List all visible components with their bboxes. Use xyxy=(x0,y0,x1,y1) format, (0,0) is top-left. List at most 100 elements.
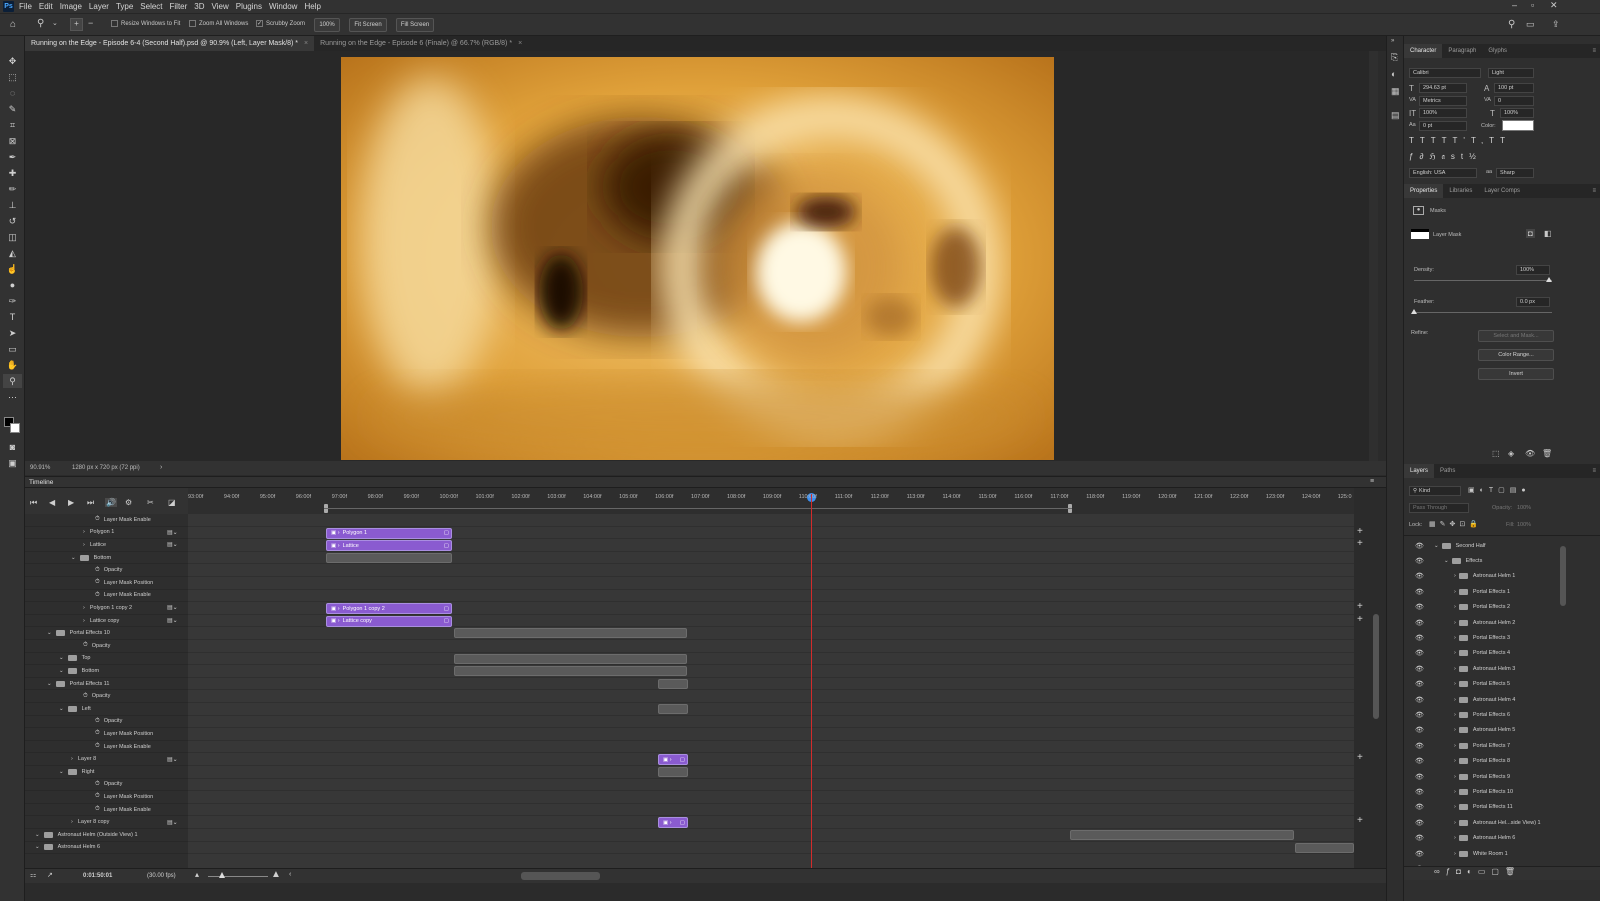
play-icon[interactable]: ▶ xyxy=(68,498,74,507)
timeline-track[interactable] xyxy=(188,791,1354,804)
stopwatch-icon[interactable]: ⏱ xyxy=(83,642,88,649)
timeline-row[interactable]: ⏱ Opacity xyxy=(25,640,188,653)
search-icon[interactable]: ⚲ xyxy=(1508,19,1515,30)
timeline-row[interactable]: ⏱ Opacity xyxy=(25,690,188,703)
feather-field[interactable]: 0.0 px xyxy=(1516,297,1550,307)
layer-item[interactable]: 👁 ⌄ Second Half xyxy=(1404,538,1564,553)
next-frame-icon[interactable]: ⏭ xyxy=(87,498,94,508)
tab-character[interactable]: Character xyxy=(1404,44,1443,58)
layer-filter-icons[interactable]: ▣◐T▢▤● xyxy=(1468,486,1531,494)
chevron-down-icon[interactable]: ⌄ xyxy=(35,832,40,838)
tab-layer-comps[interactable]: Layer Comps xyxy=(1478,184,1526,198)
panel-menu-icon[interactable]: ≡ xyxy=(1370,478,1374,485)
group-clip[interactable] xyxy=(658,767,688,777)
timeline-row[interactable]: › Polygon 1 ▤⌄ xyxy=(25,527,188,540)
chevron-right-icon[interactable]: › xyxy=(83,542,85,548)
font-size-field[interactable]: 294.63 pt xyxy=(1419,83,1467,93)
photoshop-logo[interactable]: Ps xyxy=(3,1,14,12)
timeline-track[interactable] xyxy=(188,627,1354,640)
film-strip-icon[interactable]: ▤⌄ xyxy=(167,604,178,611)
layer-item[interactable]: 👁 › Portal Effects 11 xyxy=(1404,800,1564,815)
add-media-icon[interactable]: + xyxy=(1357,752,1363,763)
layer-item[interactable]: 👁 ⌄ Effects xyxy=(1404,553,1564,568)
timeline-track[interactable] xyxy=(188,741,1354,754)
layer-item[interactable]: 👁 › Portal Effects 6 xyxy=(1404,707,1564,722)
zoom-all-checkbox[interactable]: Zoom All Windows xyxy=(189,20,248,27)
timeline-zoom-slider[interactable] xyxy=(208,876,268,877)
chevron-down-icon[interactable]: ⌄ xyxy=(47,681,52,687)
film-strip-icon[interactable]: ▤⌄ xyxy=(167,541,178,548)
table-panel-icon[interactable]: ▤ xyxy=(1391,110,1400,121)
timeline-row[interactable]: ⏱ Opacity xyxy=(25,716,188,729)
video-clip[interactable]: ▣ › Lattice ▢ xyxy=(326,540,452,552)
tracking-field[interactable]: 0 xyxy=(1494,96,1534,106)
menu-image[interactable]: Image xyxy=(60,2,82,11)
scroll-thumb[interactable] xyxy=(1373,614,1379,719)
chevron-right-icon[interactable]: › xyxy=(71,756,73,762)
chevron-down-icon[interactable]: ⌄ xyxy=(59,769,64,775)
apply-mask-icon[interactable]: ◈ xyxy=(1508,449,1514,458)
density-slider[interactable] xyxy=(1414,280,1552,281)
visibility-eye-icon[interactable]: 👁 xyxy=(1415,542,1424,550)
add-media-icon[interactable]: + xyxy=(1357,526,1363,537)
visibility-eye-icon[interactable]: 👁 xyxy=(1415,588,1424,596)
first-frame-icon[interactable]: ⏮ xyxy=(30,498,37,508)
video-clip[interactable]: ▣ › Polygon 1 copy 2 ▢ xyxy=(326,603,452,615)
timeline-track[interactable] xyxy=(188,766,1354,779)
language-select[interactable]: English: USA xyxy=(1409,168,1477,178)
chevron-right-icon[interactable]: › xyxy=(1454,697,1456,703)
healing-brush-tool-icon[interactable]: ✚ xyxy=(3,166,22,180)
layer-item[interactable]: 👁 › Portal Effects 9 xyxy=(1404,769,1564,784)
timeline-row[interactable]: ⌄ Portal Effects 10 xyxy=(25,627,188,640)
stopwatch-icon[interactable]: ⏱ xyxy=(95,516,100,523)
menu-select[interactable]: Select xyxy=(140,2,162,11)
chevron-right-icon[interactable]: › xyxy=(1454,851,1456,857)
group-clip[interactable] xyxy=(454,653,687,664)
timeline-row[interactable]: ⏱ Layer Mask Enable xyxy=(25,741,188,754)
film-strip-icon[interactable]: ▤⌄ xyxy=(167,819,178,826)
clip-end-icon[interactable]: ▢ xyxy=(444,543,449,549)
panel-menu-icon[interactable]: ≡ xyxy=(1592,48,1596,54)
swatches-panel-icon[interactable]: ▦ xyxy=(1391,86,1400,97)
layer-item[interactable]: 👁 › Astronaut Hel...side View) 1 xyxy=(1404,815,1564,830)
tab-layers[interactable]: Layers xyxy=(1404,464,1435,478)
home-icon[interactable]: ⌂ xyxy=(10,19,16,30)
tab-libraries[interactable]: Libraries xyxy=(1443,184,1478,198)
stopwatch-icon[interactable]: ⏱ xyxy=(95,781,100,788)
density-field[interactable]: 100% xyxy=(1516,265,1550,275)
timeline-track[interactable] xyxy=(188,590,1354,603)
visibility-eye-icon[interactable]: 👁 xyxy=(1415,572,1424,580)
stopwatch-icon[interactable]: ⏱ xyxy=(95,579,100,586)
panel-menu-icon[interactable]: ≡ xyxy=(1592,188,1596,194)
visibility-eye-icon[interactable]: 👁 xyxy=(1415,742,1424,750)
load-selection-icon[interactable]: ⬚ xyxy=(1492,449,1500,458)
menu-file[interactable]: File xyxy=(19,2,32,11)
visibility-eye-icon[interactable]: 👁 xyxy=(1415,665,1424,673)
layer-item[interactable]: 👁 › Astronaut Helm 5 xyxy=(1404,723,1564,738)
timeline-row[interactable]: ⏱ Layer Mask Position xyxy=(25,791,188,804)
timeline-row[interactable]: › Lattice copy ▤⌄ xyxy=(25,615,188,628)
workspace-icon[interactable]: ▭ xyxy=(1526,19,1535,30)
tab-glyphs[interactable]: Glyphs xyxy=(1482,44,1513,58)
pen-tool-icon[interactable]: ✑ xyxy=(3,294,22,308)
timeline-row[interactable]: › Layer 8 ▤⌄ xyxy=(25,753,188,766)
chevron-right-icon[interactable]: › xyxy=(1454,727,1456,733)
close-icon[interactable]: ✕ xyxy=(1550,0,1558,11)
document-canvas-image[interactable] xyxy=(341,57,1054,460)
timeline-track[interactable] xyxy=(188,640,1354,653)
path-select-tool-icon[interactable]: ➤ xyxy=(3,326,22,340)
timeline-row[interactable]: ⌄ Right xyxy=(25,766,188,779)
timeline-row[interactable]: ⏱ Layer Mask Enable xyxy=(25,514,188,527)
layer-item[interactable]: 👁 › Portal Effects 3 xyxy=(1404,630,1564,645)
frame-tool-icon[interactable]: ⊠ xyxy=(3,134,22,148)
zoom-out-icon[interactable]: − xyxy=(88,18,93,28)
visibility-eye-icon[interactable]: 👁 xyxy=(1415,850,1424,858)
render-icon[interactable]: ↗ xyxy=(47,871,53,879)
kerning-field[interactable]: Metrics xyxy=(1419,96,1467,106)
timeline-row[interactable]: ⏱ Layer Mask Position xyxy=(25,728,188,741)
video-clip[interactable]: ▣ › ▢ xyxy=(658,754,688,766)
document-tab-active[interactable]: Running on the Edge - Episode 6-4 (Secon… xyxy=(25,36,315,51)
timeline-title[interactable]: Timeline xyxy=(29,479,53,486)
chevron-right-icon[interactable]: › xyxy=(1454,804,1456,810)
close-tab-icon[interactable]: × xyxy=(518,40,522,47)
